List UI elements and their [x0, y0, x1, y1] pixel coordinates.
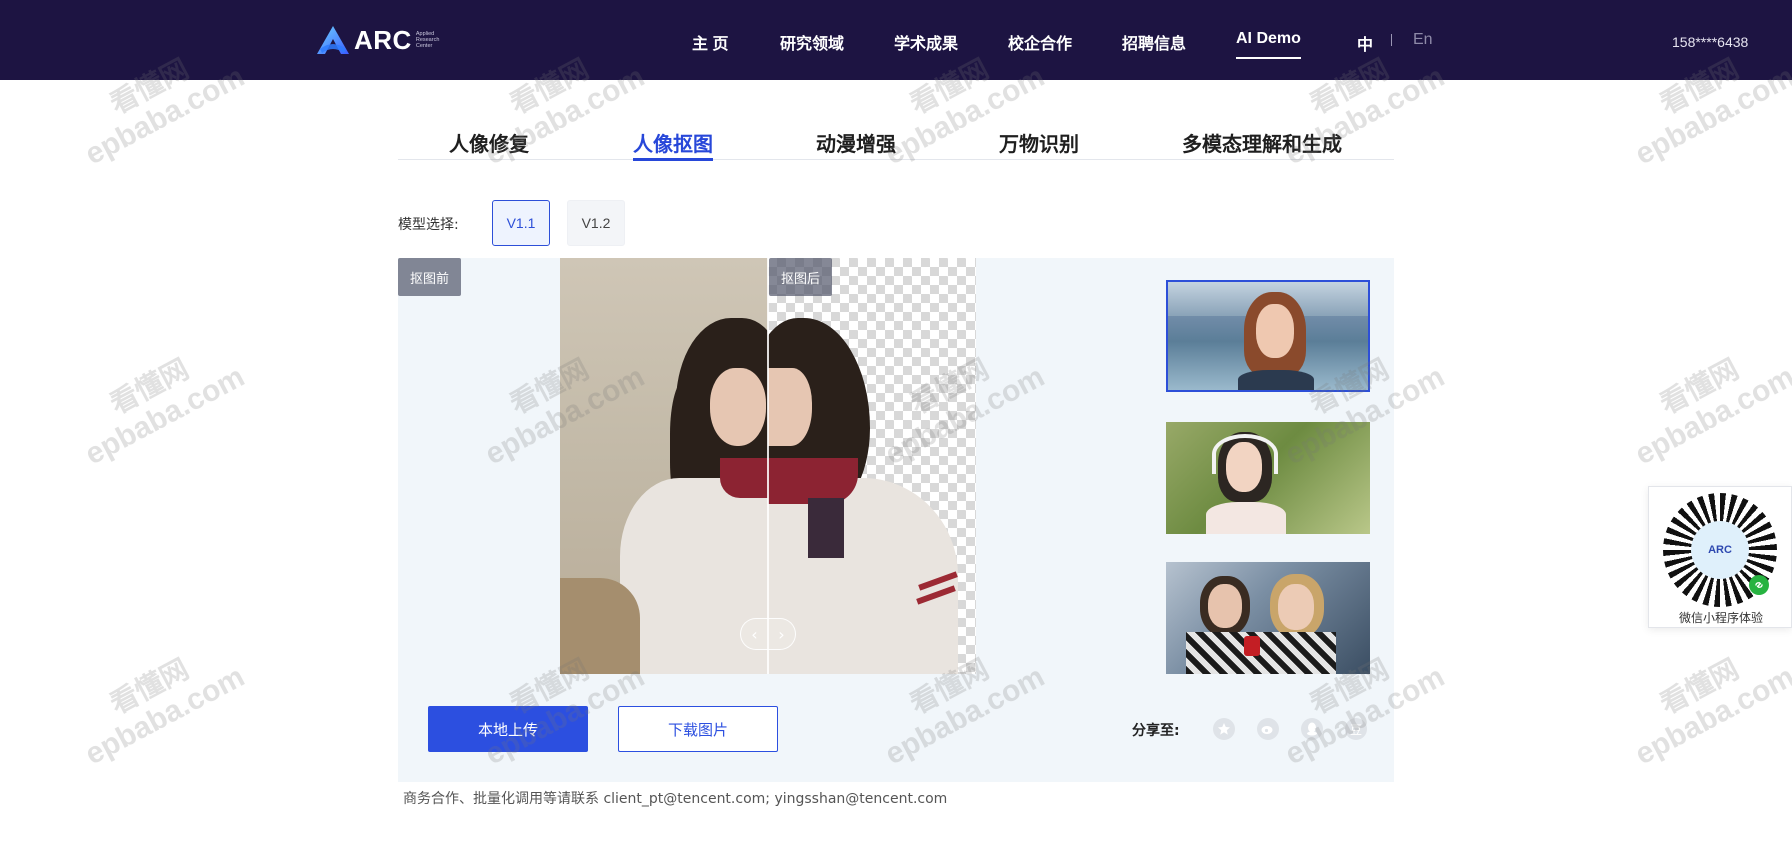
sample-thumbnail-1[interactable]: [1166, 280, 1370, 392]
chevron-left-icon: ‹: [751, 624, 758, 644]
comparison-image[interactable]: ‹ ›: [560, 258, 976, 674]
business-contact-text: 商务合作、批量化调用等请联系 client_pt@tencent.com; yi…: [403, 791, 948, 807]
nav-item-jobs[interactable]: 招聘信息: [1122, 30, 1186, 54]
arc-logo[interactable]: ARC Applied Research Center: [316, 24, 446, 56]
lang-divider: [1391, 34, 1392, 46]
nav-item-publications[interactable]: 学术成果: [894, 30, 958, 54]
tab-portrait-restore[interactable]: 人像修复: [449, 128, 529, 157]
watermark: 看懂网 epbaba.com: [79, 653, 250, 772]
nav-item-home[interactable]: 主 页: [692, 30, 728, 54]
wechat-link-icon: [1749, 575, 1769, 595]
model-select-label: 模型选择:: [398, 217, 459, 233]
model-option-v11[interactable]: V1.1: [492, 200, 550, 246]
tab-object-recognition[interactable]: 万物识别: [999, 128, 1079, 157]
sample-thumbnail-2[interactable]: [1166, 422, 1370, 534]
tab-anime-enhance[interactable]: 动漫增强: [816, 128, 896, 157]
lang-zh-link[interactable]: 中: [1357, 31, 1373, 55]
demo-tabs: 人像修复 人像抠图 动漫增强 万物识别 多模态理解和生成: [398, 118, 1394, 161]
logo-text: ARC: [354, 24, 412, 55]
before-badge: 抠图前: [398, 258, 462, 296]
download-image-button[interactable]: 下载图片: [618, 706, 778, 752]
model-option-v12[interactable]: V1.2: [567, 200, 625, 246]
douban-glyph: 豆: [1349, 722, 1362, 737]
matting-stage: 抠图前 ‹ › 抠图后 本地上传 下载图片 分享至: 豆: [398, 258, 1394, 782]
watermark: 看懂网 epbaba.com: [1629, 653, 1792, 772]
local-upload-button[interactable]: 本地上传: [428, 706, 588, 752]
wechat-miniprogram-card[interactable]: ARC 微信小程序体验: [1648, 486, 1792, 628]
sample-thumbnail-3[interactable]: [1166, 562, 1370, 674]
comparison-slider-handle[interactable]: ‹ ›: [740, 618, 796, 650]
share-label: 分享至:: [1132, 723, 1180, 739]
top-nav-bar: ARC Applied Research Center 主 页 研究领域 学术成…: [0, 0, 1792, 80]
douban-icon[interactable]: 豆: [1345, 718, 1367, 740]
comparison-divider: [767, 258, 769, 674]
after-image: [768, 258, 976, 674]
user-phone[interactable]: 158****6438: [1672, 34, 1748, 50]
weibo-icon[interactable]: [1257, 718, 1279, 740]
nav-item-cooperation[interactable]: 校企合作: [1008, 30, 1072, 54]
arc-logo-icon: [317, 26, 349, 54]
logo-subtitle: Applied Research Center: [415, 31, 440, 49]
qr-label: 微信小程序体验: [1678, 611, 1763, 625]
qr-center-logo: ARC: [1691, 521, 1749, 579]
qq-icon[interactable]: [1301, 718, 1323, 740]
qzone-icon[interactable]: [1213, 718, 1235, 740]
before-image: [560, 258, 768, 674]
after-badge: 抠图后: [769, 258, 833, 296]
watermark: 看懂网 epbaba.com: [1629, 353, 1792, 472]
tab-multimodal[interactable]: 多模态理解和生成: [1182, 128, 1342, 157]
lang-en-link[interactable]: En: [1413, 31, 1433, 49]
watermark: 看懂网 epbaba.com: [79, 353, 250, 472]
nav-item-ai-demo[interactable]: AI Demo: [1236, 30, 1301, 59]
chevron-right-icon: ›: [778, 624, 785, 644]
tab-portrait-matting[interactable]: 人像抠图: [633, 128, 713, 161]
nav-item-research[interactable]: 研究领域: [780, 30, 844, 54]
